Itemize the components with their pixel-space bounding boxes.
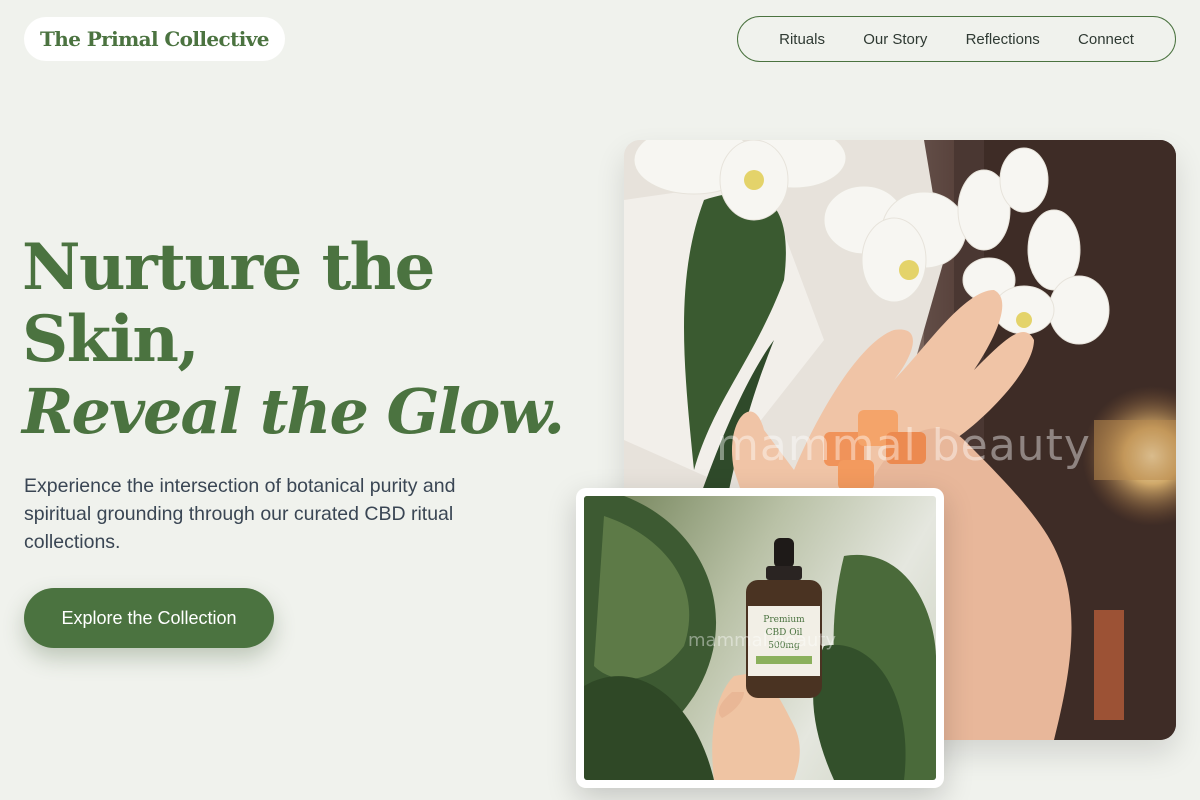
nav-item-reflections[interactable]: Reflections (966, 31, 1040, 48)
main-nav: Rituals Our Story Reflections Connect (737, 16, 1176, 62)
product-image: Premium CBD Oil 500mg mammal beauty (584, 496, 936, 780)
hero-description: Experience the intersection of botanical… (24, 475, 456, 553)
nav-item-connect[interactable]: Connect (1078, 31, 1134, 48)
brand-name: The Primal Collective (40, 27, 270, 51)
image-watermark: mammal beauty (716, 420, 1091, 471)
headline-line-2: Skin, (22, 302, 200, 377)
product-image-watermark: mammal beauty (688, 630, 837, 651)
brand-logo[interactable]: The Primal Collective (24, 17, 285, 61)
explore-collection-button[interactable]: Explore the Collection (24, 588, 274, 648)
headline-line-1: Nurture the (22, 230, 435, 305)
page: The Primal Collective Rituals Our Story … (0, 0, 1200, 800)
product-image-card: Premium CBD Oil 500mg mammal beauty (576, 488, 944, 788)
bottle-label-line-1: Premium (763, 615, 805, 625)
nav-item-rituals[interactable]: Rituals (779, 31, 825, 48)
nav-item-our-story[interactable]: Our Story (863, 31, 927, 48)
headline-line-3: Reveal the Glow. (22, 375, 565, 448)
hero-headline: Nurture the Skin, Reveal the Glow. (22, 232, 582, 448)
